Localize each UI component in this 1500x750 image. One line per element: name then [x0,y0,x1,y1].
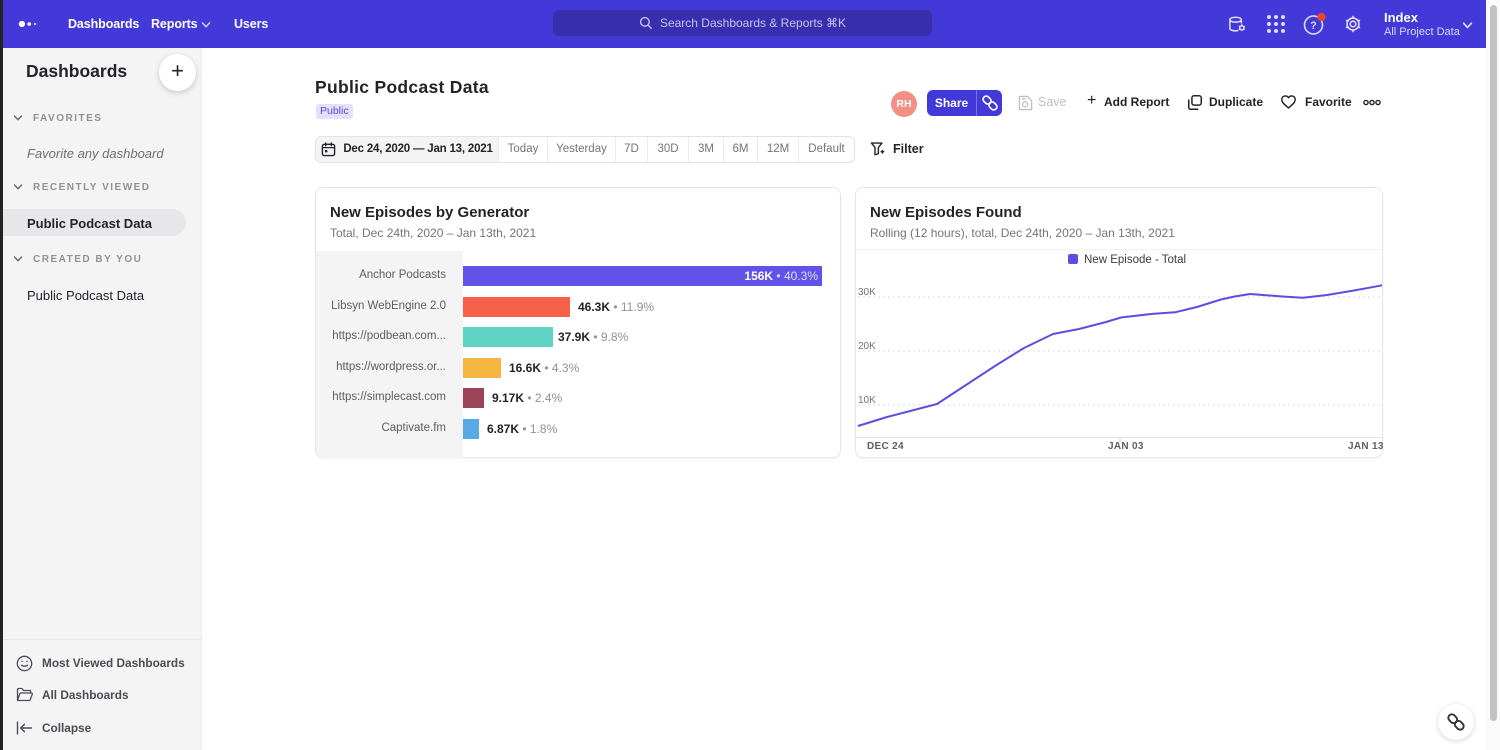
svg-text:30K: 30K [858,287,876,298]
svg-text:10K: 10K [858,395,876,406]
svg-text:?: ? [1310,20,1317,32]
svg-text:20K: 20K [858,341,876,352]
